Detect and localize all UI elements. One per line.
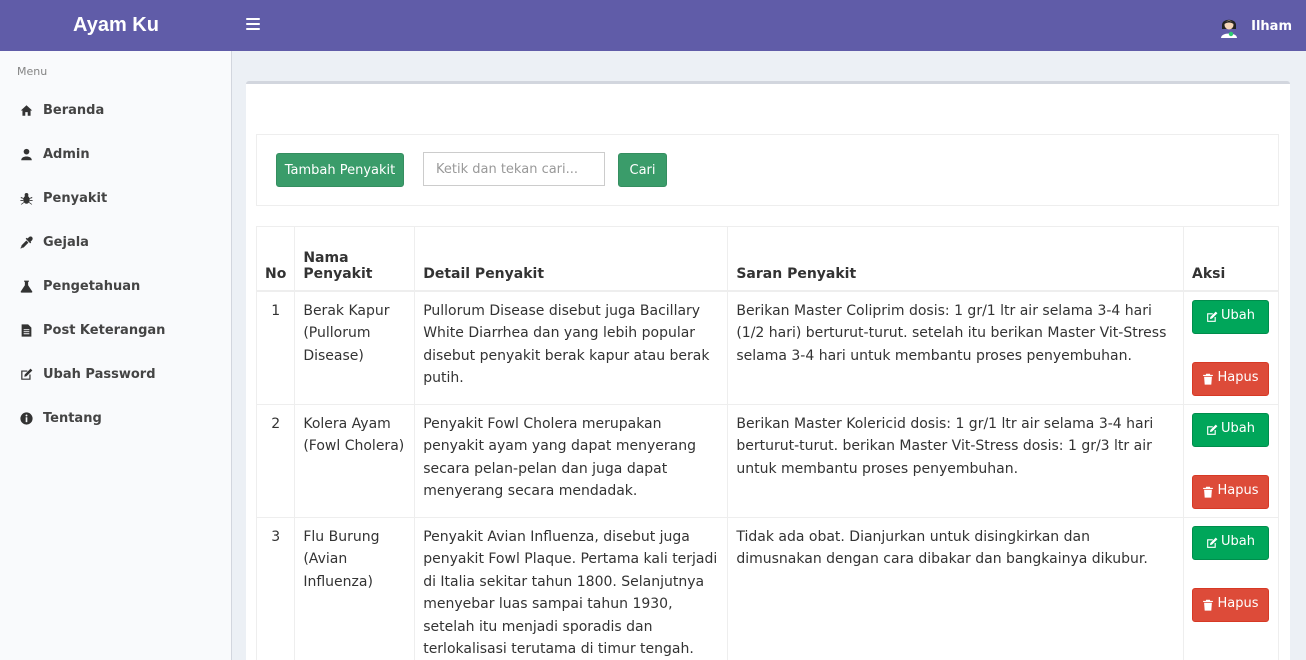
edit-label: Ubah — [1220, 534, 1255, 550]
table-row: 1 Berak Kapur (Pullorum Disease) Pulloru… — [255, 290, 1280, 405]
sidebar-item-admin[interactable]: Admin — [0, 132, 231, 176]
cell-no: 1 — [255, 290, 296, 405]
table-row: 2 Kolera Ayam (Fowl Cholera) Penyakit Fo… — [255, 403, 1280, 518]
sidebar-item-label: Tentang — [43, 410, 102, 426]
cell-name: Flu Burung (Avian Influenza) — [294, 516, 416, 660]
header-aksi: Aksi — [1182, 226, 1280, 292]
cell-no: 3 — [255, 516, 296, 660]
cell-name: Kolera Ayam (Fowl Cholera) — [294, 403, 416, 518]
brand-logo[interactable]: Ayam Ku — [0, 0, 232, 51]
content-box: Tambah Penyakit Cari No Nama Penyakit De… — [246, 81, 1290, 660]
cell-name: Berak Kapur (Pullorum Disease) — [294, 290, 416, 405]
sidebar-item-beranda[interactable]: Beranda — [0, 88, 231, 132]
cell-saran: Tidak ada obat. Dianjurkan untuk disingk… — [727, 516, 1184, 660]
trash-icon — [1203, 373, 1214, 385]
cell-detail: Pullorum Disease disebut juga Bacillary … — [414, 290, 729, 405]
sidebar-item-post-keterangan[interactable]: Post Keterangan — [0, 308, 231, 352]
user-icon — [19, 147, 33, 161]
edit-button[interactable]: Ubah — [1191, 299, 1269, 334]
sidebar-item-pengetahuan[interactable]: Pengetahuan — [0, 264, 231, 308]
sidebar-item-gejala[interactable]: Gejala — [0, 220, 231, 264]
header-detail-penyakit: Detail Penyakit — [414, 226, 729, 292]
info-circle-icon — [19, 411, 33, 425]
user-avatar-icon — [1217, 14, 1242, 38]
delete-label: Hapus — [1217, 370, 1259, 386]
add-penyakit-button[interactable]: Tambah Penyakit — [276, 153, 404, 187]
home-icon — [19, 103, 33, 117]
header-nama-penyakit: Nama Penyakit — [294, 226, 416, 292]
search-button[interactable]: Cari — [618, 153, 667, 187]
search-input[interactable] — [423, 152, 605, 186]
table-header-row: No Nama Penyakit Detail Penyakit Saran P… — [255, 226, 1280, 292]
edit-label: Ubah — [1220, 308, 1255, 324]
sidebar-item-penyakit[interactable]: Penyakit — [0, 176, 231, 220]
sidebar-item-ubah-password[interactable]: Ubah Password — [0, 352, 231, 396]
cell-aksi: Ubah Hapus — [1182, 290, 1280, 405]
cell-aksi: Ubah Hapus — [1182, 516, 1280, 660]
cell-detail: Penyakit Avian Influenza, disebut juga p… — [414, 516, 729, 660]
edit-icon — [19, 367, 33, 381]
delete-button[interactable]: Hapus — [1191, 587, 1269, 622]
sidebar-item-label: Ubah Password — [43, 366, 156, 382]
penyakit-table: No Nama Penyakit Detail Penyakit Saran P… — [255, 226, 1280, 660]
edit-label: Ubah — [1220, 421, 1255, 437]
cell-saran: Berikan Master Coliprim dosis: 1 gr/1 lt… — [727, 290, 1184, 405]
trash-icon — [1203, 486, 1214, 498]
sidebar-item-label: Gejala — [43, 234, 89, 250]
cell-aksi: Ubah Hapus — [1182, 403, 1280, 518]
bug-icon — [19, 191, 33, 205]
delete-label: Hapus — [1217, 596, 1259, 612]
header-no: No — [255, 226, 296, 292]
top-navbar: Ayam Ku Ilham — [0, 0, 1306, 51]
sidebar-item-label: Post Keterangan — [43, 322, 166, 338]
header-saran-penyakit: Saran Penyakit — [727, 226, 1184, 292]
sidebar-item-label: Penyakit — [43, 190, 108, 206]
edit-button[interactable]: Ubah — [1191, 525, 1269, 560]
delete-label: Hapus — [1217, 483, 1259, 499]
cell-saran: Berikan Master Kolericid dosis: 1 gr/1 l… — [727, 403, 1184, 518]
sidebar-toggle-icon[interactable] — [246, 18, 260, 32]
menu-header: Menu — [17, 65, 48, 78]
edit-icon — [1207, 424, 1218, 435]
file-text-icon — [19, 323, 33, 337]
sidebar-item-tentang[interactable]: Tentang — [0, 396, 231, 440]
sidebar-item-label: Pengetahuan — [43, 278, 141, 294]
flask-icon — [19, 279, 33, 293]
delete-button[interactable]: Hapus — [1191, 474, 1269, 509]
edit-icon — [1207, 311, 1218, 322]
trash-icon — [1203, 599, 1214, 611]
user-menu[interactable]: Ilham — [1217, 13, 1292, 39]
toolbar-panel: Tambah Penyakit Cari — [256, 134, 1279, 206]
edit-button[interactable]: Ubah — [1191, 412, 1269, 447]
table-row: 3 Flu Burung (Avian Influenza) Penyakit … — [255, 516, 1280, 660]
sidebar-item-label: Beranda — [43, 102, 105, 118]
eyedropper-icon — [19, 235, 33, 249]
sidebar-item-label: Admin — [43, 146, 90, 162]
delete-button[interactable]: Hapus — [1191, 361, 1269, 396]
cell-detail: Penyakit Fowl Cholera merupakan penyakit… — [414, 403, 729, 518]
user-name: Ilham — [1251, 18, 1292, 34]
sidebar: Menu Beranda Admin Penyakit Gejala Penge… — [0, 51, 232, 660]
cell-no: 2 — [255, 403, 296, 518]
edit-icon — [1207, 537, 1218, 548]
